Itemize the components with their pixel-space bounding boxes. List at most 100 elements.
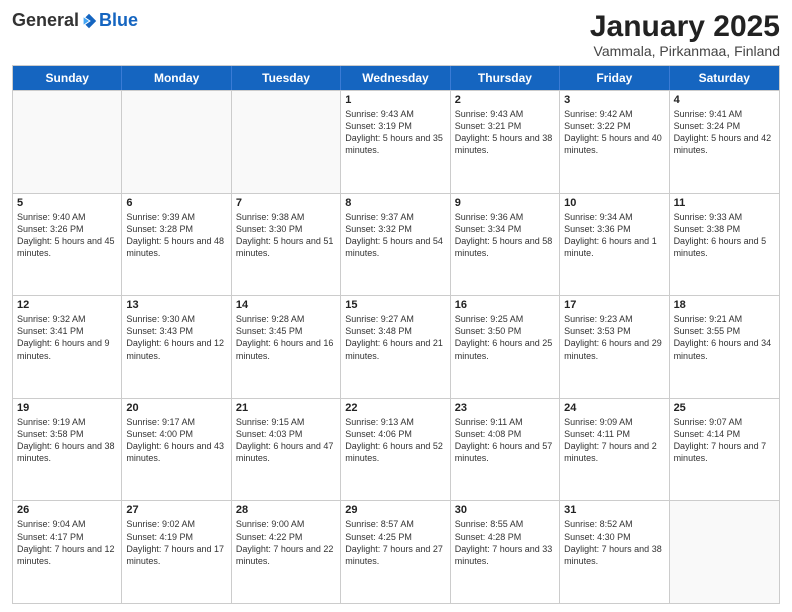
day-cell-23: 23 Sunrise: 9:11 AM Sunset: 4:08 PM Dayli… — [451, 399, 560, 501]
day-cell-16: 16 Sunrise: 9:25 AM Sunset: 3:50 PM Dayli… — [451, 296, 560, 398]
week-row-3: 12 Sunrise: 9:32 AM Sunset: 3:41 PM Dayli… — [13, 295, 779, 398]
empty-cell-0-1 — [122, 91, 231, 193]
logo-blue-text: Blue — [99, 10, 138, 31]
day-cell-27: 27Sunrise: 9:02 AM Sunset: 4:19 PM Dayli… — [122, 501, 231, 603]
day-number-21: 21 — [236, 402, 336, 414]
day-number-7: 7 — [236, 197, 336, 209]
day-cell-5: 5 Sunrise: 9:40 AM Sunset: 3:26 PM Daylig… — [13, 194, 122, 296]
week-row-1: 1 Sunrise: 9:43 AM Sunset: 3:19 PM Daylig… — [13, 90, 779, 193]
day-number-18: 18 — [674, 299, 775, 311]
page-container: General Blue January 2025 Vammala, Pirka… — [0, 0, 792, 612]
day-number-22: 22 — [345, 402, 445, 414]
day-cell-14: 14 Sunrise: 9:28 AM Sunset: 3:45 PM Dayli… — [232, 296, 341, 398]
day-number-23: 23 — [455, 402, 555, 414]
month-title: January 2025 — [590, 10, 780, 43]
day-info-20: Sunrise: 9:17 AM Sunset: 4:00 PM Dayligh… — [126, 416, 226, 465]
day-cell-31: 31 Sunrise: 8:52 AM Sunset: 4:30 PM Dayli… — [560, 501, 669, 603]
day-number-10: 10 — [564, 197, 664, 209]
day-cell-3: 3 Sunrise: 9:42 AM Sunset: 3:22 PM Daylig… — [560, 91, 669, 193]
calendar: SundayMondayTuesdayWednesdayThursdayFrid… — [12, 65, 780, 604]
day-number-26: 26 — [17, 504, 117, 516]
day-info-1: Sunrise: 9:43 AM Sunset: 3:19 PM Dayligh… — [345, 108, 445, 157]
week-row-4: 19 Sunrise: 9:19 AM Sunset: 3:58 PM Dayli… — [13, 398, 779, 501]
day-info-26: Sunrise: 9:04 AM Sunset: 4:17 PM Dayligh… — [17, 518, 117, 567]
day-number-28: 28 — [236, 504, 336, 516]
page-header: General Blue January 2025 Vammala, Pirka… — [12, 10, 780, 59]
day-info-18: Sunrise: 9:21 AM Sunset: 3:55 PM Dayligh… — [674, 313, 775, 362]
day-number-6: 6 — [126, 197, 226, 209]
day-info-23: Sunrise: 9:11 AM Sunset: 4:08 PM Dayligh… — [455, 416, 555, 465]
day-number-12: 12 — [17, 299, 117, 311]
day-number-29: 29 — [345, 504, 445, 516]
day-number-1: 1 — [345, 94, 445, 106]
day-info-16: Sunrise: 9:25 AM Sunset: 3:50 PM Dayligh… — [455, 313, 555, 362]
day-cell-17: 17 Sunrise: 9:23 AM Sunset: 3:53 PM Dayli… — [560, 296, 669, 398]
day-cell-11: 11 Sunrise: 9:33 AM Sunset: 3:38 PM Dayli… — [670, 194, 779, 296]
day-info-3: Sunrise: 9:42 AM Sunset: 3:22 PM Dayligh… — [564, 108, 664, 157]
day-info-12: Sunrise: 9:32 AM Sunset: 3:41 PM Dayligh… — [17, 313, 117, 362]
day-cell-24: 24 Sunrise: 9:09 AM Sunset: 4:11 PM Dayli… — [560, 399, 669, 501]
day-number-13: 13 — [126, 299, 226, 311]
day-info-9: Sunrise: 9:36 AM Sunset: 3:34 PM Dayligh… — [455, 211, 555, 260]
day-number-4: 4 — [674, 94, 775, 106]
day-info-14: Sunrise: 9:28 AM Sunset: 3:45 PM Dayligh… — [236, 313, 336, 362]
day-info-19: Sunrise: 9:19 AM Sunset: 3:58 PM Dayligh… — [17, 416, 117, 465]
day-number-15: 15 — [345, 299, 445, 311]
week-row-5: 26 Sunrise: 9:04 AM Sunset: 4:17 PM Dayli… — [13, 500, 779, 603]
day-cell-25: 25Sunrise: 9:07 AM Sunset: 4:14 PM Dayli… — [670, 399, 779, 501]
location-subtitle: Vammala, Pirkanmaa, Finland — [590, 43, 780, 59]
calendar-header: SundayMondayTuesdayWednesdayThursdayFrid… — [13, 66, 779, 90]
week-row-2: 5 Sunrise: 9:40 AM Sunset: 3:26 PM Daylig… — [13, 193, 779, 296]
day-info-8: Sunrise: 9:37 AM Sunset: 3:32 PM Dayligh… — [345, 211, 445, 260]
day-cell-10: 10 Sunrise: 9:34 AM Sunset: 3:36 PM Dayli… — [560, 194, 669, 296]
day-cell-22: 22Sunrise: 9:13 AM Sunset: 4:06 PM Dayli… — [341, 399, 450, 501]
logo-general-text: General — [12, 10, 79, 31]
day-number-24: 24 — [564, 402, 664, 414]
day-info-31: Sunrise: 8:52 AM Sunset: 4:30 PM Dayligh… — [564, 518, 664, 567]
day-cell-30: 30Sunrise: 8:55 AM Sunset: 4:28 PM Dayli… — [451, 501, 560, 603]
day-number-17: 17 — [564, 299, 664, 311]
logo: General Blue — [12, 10, 138, 31]
day-number-14: 14 — [236, 299, 336, 311]
day-cell-28: 28Sunrise: 9:00 AM Sunset: 4:22 PM Dayli… — [232, 501, 341, 603]
day-number-25: 25 — [674, 402, 775, 414]
day-info-6: Sunrise: 9:39 AM Sunset: 3:28 PM Dayligh… — [126, 211, 226, 260]
day-cell-4: 4 Sunrise: 9:41 AM Sunset: 3:24 PM Daylig… — [670, 91, 779, 193]
empty-cell-4-6 — [670, 501, 779, 603]
day-info-4: Sunrise: 9:41 AM Sunset: 3:24 PM Dayligh… — [674, 108, 775, 157]
day-info-15: Sunrise: 9:27 AM Sunset: 3:48 PM Dayligh… — [345, 313, 445, 362]
day-number-31: 31 — [564, 504, 664, 516]
day-number-11: 11 — [674, 197, 775, 209]
logo-icon — [80, 12, 98, 30]
header-day-saturday: Saturday — [670, 66, 779, 90]
day-cell-21: 21 Sunrise: 9:15 AM Sunset: 4:03 PM Dayli… — [232, 399, 341, 501]
header-day-thursday: Thursday — [451, 66, 560, 90]
empty-cell-0-0 — [13, 91, 122, 193]
day-cell-15: 15 Sunrise: 9:27 AM Sunset: 3:48 PM Dayli… — [341, 296, 450, 398]
calendar-body: 1 Sunrise: 9:43 AM Sunset: 3:19 PM Daylig… — [13, 90, 779, 603]
day-number-19: 19 — [17, 402, 117, 414]
day-number-3: 3 — [564, 94, 664, 106]
day-number-8: 8 — [345, 197, 445, 209]
header-day-tuesday: Tuesday — [232, 66, 341, 90]
day-info-24: Sunrise: 9:09 AM Sunset: 4:11 PM Dayligh… — [564, 416, 664, 465]
day-info-17: Sunrise: 9:23 AM Sunset: 3:53 PM Dayligh… — [564, 313, 664, 362]
day-info-29: Sunrise: 8:57 AM Sunset: 4:25 PM Dayligh… — [345, 518, 445, 567]
day-info-10: Sunrise: 9:34 AM Sunset: 3:36 PM Dayligh… — [564, 211, 664, 260]
day-info-13: Sunrise: 9:30 AM Sunset: 3:43 PM Dayligh… — [126, 313, 226, 362]
day-number-20: 20 — [126, 402, 226, 414]
header-day-sunday: Sunday — [13, 66, 122, 90]
day-cell-8: 8 Sunrise: 9:37 AM Sunset: 3:32 PM Daylig… — [341, 194, 450, 296]
day-info-11: Sunrise: 9:33 AM Sunset: 3:38 PM Dayligh… — [674, 211, 775, 260]
day-cell-20: 20 Sunrise: 9:17 AM Sunset: 4:00 PM Dayli… — [122, 399, 231, 501]
day-number-16: 16 — [455, 299, 555, 311]
header-day-monday: Monday — [122, 66, 231, 90]
day-number-9: 9 — [455, 197, 555, 209]
day-cell-9: 9 Sunrise: 9:36 AM Sunset: 3:34 PM Daylig… — [451, 194, 560, 296]
day-info-5: Sunrise: 9:40 AM Sunset: 3:26 PM Dayligh… — [17, 211, 117, 260]
day-cell-29: 29 Sunrise: 8:57 AM Sunset: 4:25 PM Dayli… — [341, 501, 450, 603]
day-info-21: Sunrise: 9:15 AM Sunset: 4:03 PM Dayligh… — [236, 416, 336, 465]
day-number-5: 5 — [17, 197, 117, 209]
day-number-27: 27 — [126, 504, 226, 516]
day-number-30: 30 — [455, 504, 555, 516]
